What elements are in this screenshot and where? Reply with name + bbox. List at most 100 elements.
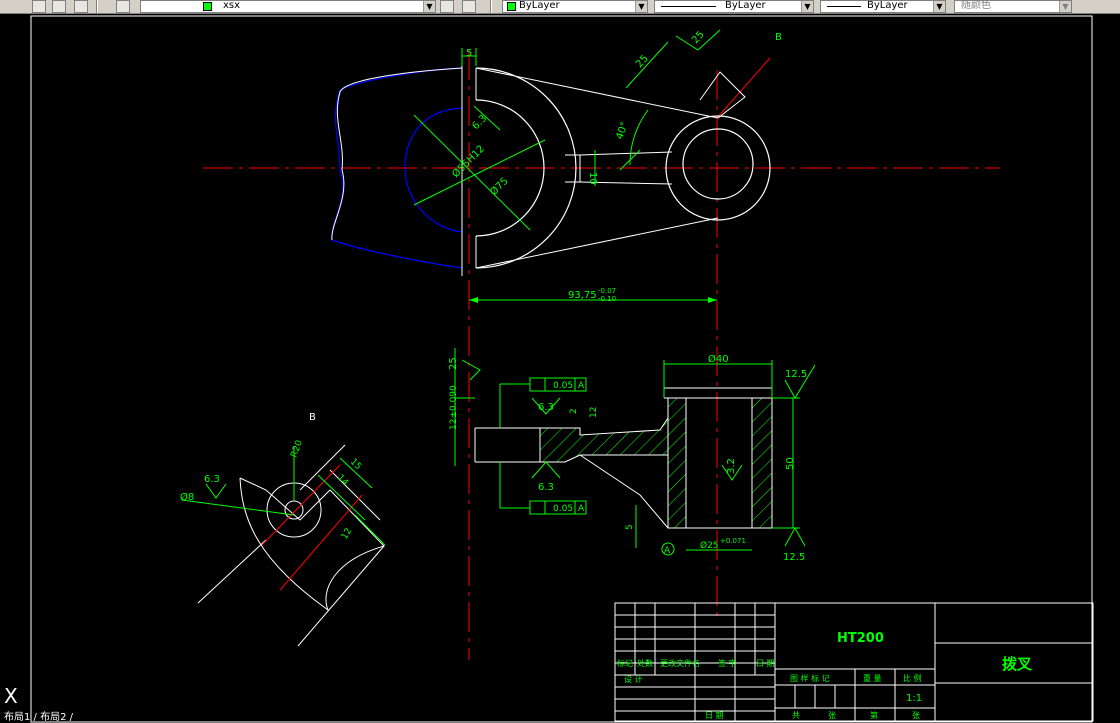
chevron-down-icon[interactable]: ▼ [635, 1, 647, 12]
linetype-preview [661, 6, 716, 7]
dim-b-14: 14 [335, 473, 350, 488]
title-bottom-label-3: 第 [870, 710, 878, 720]
plotstyle-value: 随颜色 [961, 0, 991, 11]
dim-top-9375-tol-upper: -0.07 [598, 287, 616, 295]
dim-top-10: 10 [587, 172, 598, 185]
dim-top-5: 5 [466, 48, 472, 59]
properties-toolbar: xsx ▼ ByLayer ▼ ByLayer ▼ ByLayer ▼ 随颜色 … [0, 0, 1120, 14]
outer-white-left [331, 67, 463, 241]
title-row-label-2: 更改文件名 [660, 658, 700, 668]
title-bottom-label-0: 日 期 [705, 711, 724, 720]
dim-top-9375: 93,75 [568, 290, 597, 301]
web-section [539, 416, 669, 463]
layer-states-icon[interactable] [116, 0, 130, 13]
dim-b-d8: Ø8 [180, 491, 194, 503]
datum-A-label: A [664, 546, 671, 556]
hub-bore [685, 397, 753, 529]
dim-b-R20: R20 [289, 439, 305, 459]
chevron-down-icon[interactable]: ▼ [1059, 1, 1071, 12]
drawing-canvas[interactable]: 5 25 25 40° 6.3 Ø55H12 Ø75 10 B 93,75 -0… [0, 14, 1120, 723]
layer-manager-icon[interactable] [32, 0, 46, 13]
dim-front-d25: Ø25 [700, 540, 719, 551]
roughness-front-12-5b: 12.5 [783, 552, 805, 563]
lineweight-dropdown[interactable]: ByLayer ▼ [820, 0, 946, 13]
make-current-icon[interactable] [74, 0, 88, 13]
linetype-value: ByLayer [725, 0, 766, 11]
title-bottom-label-1: 共 [792, 711, 800, 720]
gtol-lower-value: 0.05 [553, 504, 573, 514]
front-view: 25 12±0.090 0.05 A 0.05 A 6.3 6.3 2 12 Ø… [448, 348, 816, 563]
layer-previous-icon[interactable] [52, 0, 66, 13]
roughness-front-3-2: 3.2 [726, 458, 737, 474]
title-row-label-0: 标记 [617, 658, 633, 668]
dim-top-25: 25 [634, 53, 651, 70]
top-view: 5 25 25 40° 6.3 Ø55H12 Ø75 10 B 93,75 -0… [203, 29, 1000, 660]
section-label-top-B: B [775, 32, 782, 43]
dim-b-12: 12 [340, 527, 354, 542]
dim-front-12tol: 12±0.090 [449, 385, 459, 430]
small-bore [682, 128, 754, 200]
title-bottom-label-2: 张 [828, 711, 836, 720]
drawing-frame [30, 15, 1093, 723]
hub-left-hatch [667, 397, 687, 529]
lineweight-preview [827, 6, 861, 7]
layer-match-icon[interactable] [440, 0, 454, 13]
title-scale: 1:1 [906, 693, 922, 704]
center-line-diagonal [716, 57, 771, 119]
view-b: B 6.3 Ø8 R20 15 14 12 [180, 412, 386, 647]
dim-b-15: 15 [348, 457, 363, 472]
roughness-front-12-5a: 12.5 [785, 369, 807, 380]
title-ratio: 比 例 [903, 673, 922, 683]
layer-name: xsx [223, 0, 241, 11]
title-stage-mark: 图 样 标 记 [790, 673, 830, 683]
chevron-down-icon[interactable]: ▼ [423, 1, 435, 12]
chevron-down-icon[interactable]: ▼ [933, 1, 945, 12]
title-row-label-1: 处数 [637, 658, 653, 668]
roughness-front-6-3b: 6.3 [538, 482, 554, 493]
gtol-upper-ref: A [578, 381, 585, 391]
cad-drawing: 5 25 25 40° 6.3 Ø55H12 Ø75 10 B 93,75 -0… [30, 15, 1094, 723]
toolbar-separator [96, 0, 98, 13]
title-weight: 重 量 [863, 673, 882, 683]
title-material: HT200 [837, 631, 884, 646]
ucs-icon: X [4, 684, 18, 708]
color-swatch [507, 2, 516, 11]
roughness-front-6-3a: 6.3 [538, 402, 554, 413]
roughness-top-6-3: 6.3 [470, 113, 489, 132]
roughness-b-6-3: 6.3 [204, 474, 220, 485]
dim-top-d75: Ø75 [488, 175, 511, 198]
title-part-name: 拨叉 [1002, 655, 1033, 673]
dim-front-d25-tol: +0.071 [720, 537, 746, 545]
title-bottom-label-4: 张 [912, 711, 920, 720]
roughness-top-25: 25 [690, 29, 707, 46]
dim-front-25: 25 [448, 357, 459, 370]
toolbar-separator [490, 0, 492, 13]
color-dropdown[interactable]: ByLayer ▼ [502, 0, 648, 13]
dim-front-d40: Ø40 [708, 353, 729, 365]
dim-top-9375-tol-lower: -0.10 [598, 295, 616, 303]
dim-front-2: 2 [569, 408, 579, 414]
plotstyle-dropdown[interactable]: 随颜色 ▼ [954, 0, 1072, 13]
layer-iso-icon[interactable] [462, 0, 476, 13]
linetype-dropdown[interactable]: ByLayer ▼ [654, 0, 814, 13]
view-b-hole [284, 500, 304, 520]
color-value: ByLayer [519, 0, 560, 11]
title-block: HT200 拨叉 1:1 标记 处数 更改文件名 签 字 日 期 设 计 图 样… [614, 602, 1094, 722]
dim-front-5: 5 [625, 524, 635, 530]
dim-front-12: 12 [589, 407, 599, 418]
dim-top-40-deg: 40° [614, 121, 630, 141]
title-row-label-4: 日 期 [756, 659, 775, 668]
hub-right-hatch [751, 397, 773, 529]
title-design-label: 设 计 [624, 674, 643, 684]
lineweight-value: ByLayer [867, 0, 908, 11]
view-B-label: B [309, 412, 316, 423]
layout-tabs[interactable]: 布局1 / 布局2 / [0, 712, 204, 723]
dim-front-50: 50 [785, 457, 796, 470]
gtol-upper-value: 0.05 [553, 381, 573, 391]
chevron-down-icon[interactable]: ▼ [801, 1, 813, 12]
layer-color-swatch [203, 2, 212, 11]
title-row-label-3: 签 字 [718, 658, 737, 668]
dim-top-d55: Ø55H12 [450, 143, 487, 180]
layer-dropdown[interactable]: xsx ▼ [140, 0, 436, 13]
gtol-lower-ref: A [578, 504, 585, 514]
